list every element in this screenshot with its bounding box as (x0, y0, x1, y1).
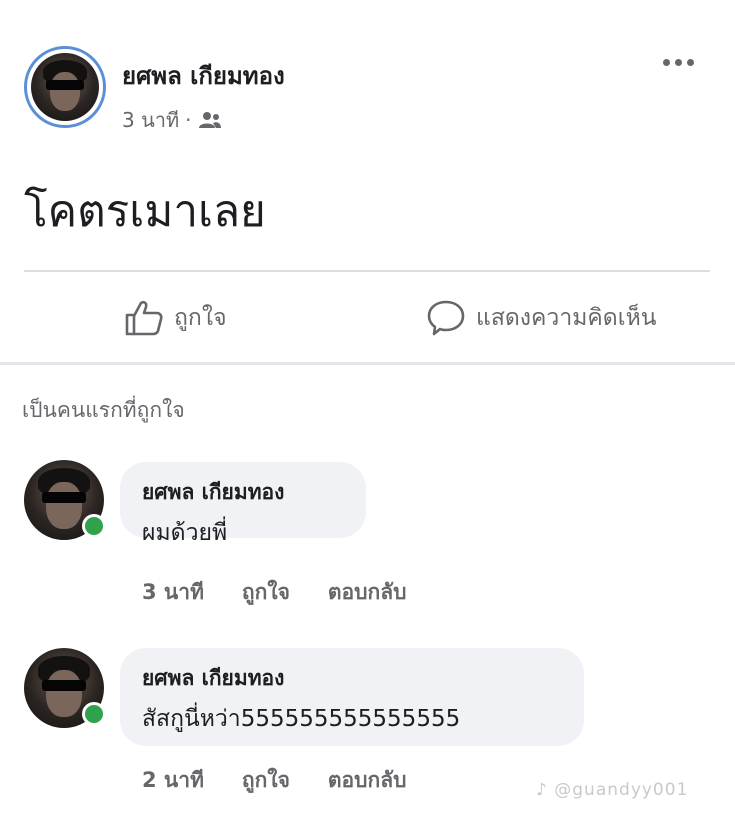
tiktok-icon: ♪ (536, 780, 548, 800)
comment-text: ผมด้วยพี่ (142, 520, 228, 546)
watermark-handle: @guandyy001 (554, 780, 689, 800)
comment-actions: 2 นาที ถูกใจ ตอบกลับ (142, 764, 406, 797)
comment-label: แสดงความคิดเห็น (476, 305, 657, 331)
section-divider (0, 362, 735, 365)
online-status-dot (82, 702, 106, 726)
comment-actions: 3 นาที ถูกใจ ตอบกลับ (142, 576, 406, 609)
divider (24, 270, 710, 272)
like-button[interactable]: ถูกใจ (124, 296, 227, 340)
watermark-text: ♪ @guandyy001 (536, 780, 688, 800)
avatar-image (31, 53, 99, 121)
comment-like-button[interactable]: ถูกใจ (242, 764, 290, 797)
comment-author[interactable]: ยศพล เกียมทอง (142, 476, 344, 509)
comment-bubble: ยศพล เกียมทอง ผมด้วยพี่ (120, 462, 366, 546)
post-text: โคตรเมาเลย (24, 186, 266, 237)
friends-icon (198, 112, 221, 128)
post-meta: 3 นาที · (122, 104, 222, 136)
comment-reply-button[interactable]: ตอบกลับ (328, 764, 407, 797)
comment-button[interactable]: แสดงความคิดเห็น (426, 296, 656, 340)
thumbs-up-icon (125, 300, 163, 336)
comment-reply-button[interactable]: ตอบกลับ (328, 576, 407, 609)
more-dots-icon (662, 58, 670, 66)
meta-separator: · (185, 108, 192, 132)
more-options-button[interactable] (658, 50, 698, 74)
like-label: ถูกใจ (174, 305, 227, 331)
comment-bubble: ยศพล เกียมทอง สัสกูนี่หว่า55555555555555… (120, 648, 584, 746)
post-time[interactable]: 3 นาที (122, 104, 179, 136)
comment-like-button[interactable]: ถูกใจ (242, 576, 290, 609)
post-author-name[interactable]: ยศพล เกียมทอง (122, 56, 285, 95)
comment-text: สัสกูนี่หว่า555555555555555 (142, 706, 461, 732)
likes-summary[interactable]: เป็นคนแรกที่ถูกใจ (22, 394, 185, 427)
author-avatar[interactable] (24, 46, 106, 128)
comment-icon (427, 300, 465, 336)
post-card: ยศพล เกียมทอง 3 นาที · โคตรเมาเลย ถูกใจ … (0, 0, 735, 365)
comment-time[interactable]: 3 นาที (142, 576, 204, 609)
comment-author[interactable]: ยศพล เกียมทอง (142, 662, 562, 695)
comment-time[interactable]: 2 นาที (142, 764, 204, 797)
online-status-dot (82, 514, 106, 538)
